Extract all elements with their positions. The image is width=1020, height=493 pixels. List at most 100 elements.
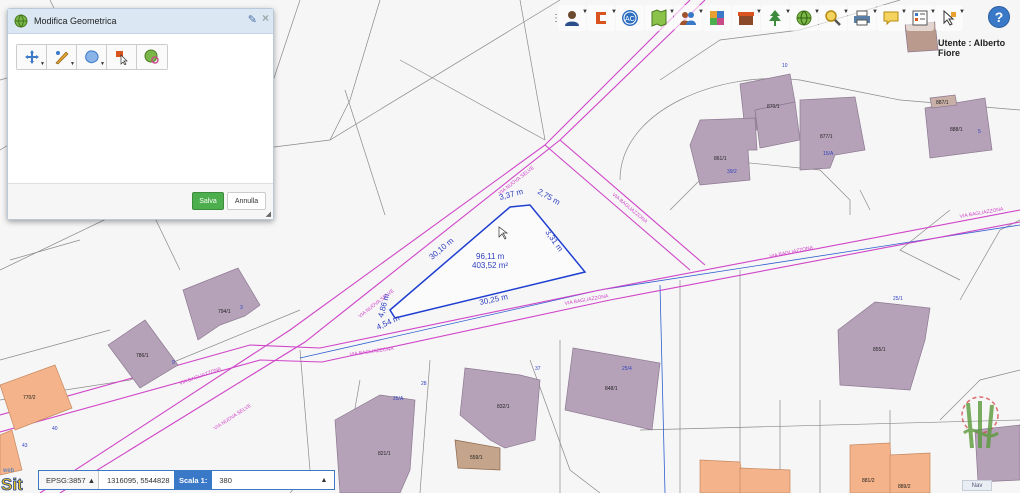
coordinates-readout: 1316095, 5544828 — [107, 475, 170, 485]
main-toolbar: ⋮ ▼ ▼ AC ▼ ▼ ▼ ▼ ▼ ▼ ▼ ▼ ▼ ▼ — [551, 4, 965, 32]
draw-tool-button[interactable]: ▼ — [47, 45, 77, 69]
building-label: 881/2 — [862, 478, 875, 484]
globe-tool-button[interactable] — [137, 45, 167, 69]
print-button[interactable]: ▼ — [848, 5, 878, 31]
building-label: 786/1 — [136, 353, 149, 359]
civic-number: 43 — [22, 443, 28, 449]
select-edit-icon — [115, 51, 128, 65]
civic-number: 3 — [240, 305, 243, 311]
building-label: 770/2 — [23, 395, 36, 401]
globe-search-icon — [144, 49, 159, 64]
building-label: 861/1 — [714, 156, 727, 162]
layers-button[interactable]: ▼ — [587, 5, 617, 31]
grid-button[interactable] — [703, 5, 731, 31]
civic-number: 5 — [978, 129, 981, 135]
move-arrows-icon — [24, 50, 39, 64]
corner-nav-button[interactable]: Nav — [962, 480, 992, 491]
user-icon — [565, 11, 579, 26]
search-icon — [825, 10, 841, 26]
people-button[interactable]: ▼ — [674, 5, 704, 31]
printer-icon — [854, 10, 870, 26]
civic-number: 25/4 — [622, 366, 632, 372]
watermark-logo — [961, 396, 999, 449]
help-button[interactable]: ? — [988, 6, 1010, 28]
building-label: 877/1 — [820, 134, 833, 140]
geometry-tools: ▼ ▼ ▼ — [16, 44, 168, 70]
civic-number: 25/A — [393, 396, 404, 402]
ac-icon: AC — [622, 10, 638, 26]
tree-button[interactable]: ▼ — [761, 5, 791, 31]
app: 870/1 877/1 861/1 888/1 887/1 794/1 786/… — [0, 0, 1020, 493]
people-icon — [680, 12, 696, 25]
caret-icon: ▼ — [959, 9, 965, 15]
polygon-icon — [84, 50, 99, 64]
scale-label: Scala 1: — [174, 471, 213, 489]
globe-icon — [14, 14, 28, 28]
status-bar: EPSG:3857 ▲ 1316095, 5544828 Scala 1: 38… — [38, 470, 335, 490]
building-label: 855/1 — [873, 347, 886, 353]
globe-icon — [796, 10, 812, 26]
move-tool-button[interactable]: ▼ — [17, 45, 47, 69]
note-icon — [883, 11, 899, 26]
edit-select-button[interactable]: ▼ — [935, 5, 965, 31]
caret-icon: ▼ — [40, 61, 45, 67]
building-label: 870/1 — [767, 104, 780, 110]
scale-input[interactable]: 380 — [212, 471, 314, 489]
panel-header[interactable]: Modifica Geometrica ✎ × — [8, 9, 273, 34]
resize-handle-icon[interactable]: ◢ — [266, 210, 271, 218]
map-icon — [651, 9, 667, 27]
civic-number: 10 — [782, 63, 788, 69]
grid-icon — [710, 11, 724, 25]
measure-area: 403,52 m² — [472, 261, 508, 270]
caret-icon: ▼ — [70, 61, 75, 67]
building-label: 559/1 — [470, 455, 483, 461]
cancel-button[interactable]: Annulla — [227, 192, 266, 210]
building-label: 832/1 — [497, 404, 510, 410]
caret-icon: ▼ — [100, 61, 105, 67]
panel-footer: Salva Annulla ◢ — [8, 183, 273, 219]
legend-icon — [912, 10, 928, 26]
toolbar-grip-icon: ⋮ — [551, 12, 561, 24]
search-button[interactable]: ▼ — [819, 5, 849, 31]
pin-icon[interactable]: ✎ — [248, 13, 257, 26]
globe-button[interactable]: ▼ — [790, 5, 820, 31]
svg-text:AC: AC — [625, 16, 635, 23]
building-label: 888/1 — [950, 127, 963, 133]
pointer-edit-icon — [943, 9, 956, 26]
projection-value: EPSG:3857 — [46, 475, 86, 485]
measure-perimeter: 96,11 m — [476, 252, 505, 261]
caret-up-icon[interactable]: ▲ — [314, 477, 334, 484]
store-button[interactable]: ▼ — [732, 5, 762, 31]
shape-tool-button[interactable]: ▼ — [77, 45, 107, 69]
building-label: 889/2 — [898, 484, 911, 490]
civic-number: 40 — [52, 426, 58, 432]
map-tools-button[interactable]: ▼ — [645, 5, 675, 31]
panel-title: Modifica Geometrica — [34, 16, 117, 26]
close-icon[interactable]: × — [262, 11, 269, 25]
edit-geometry-panel: Modifica Geometrica ✎ × ▼ ▼ ▼ Salva Annu… — [7, 8, 274, 220]
building-label: 821/1 — [378, 451, 391, 457]
websit-logo: web Sit — [1, 468, 24, 493]
civic-number: 39/2 — [727, 169, 737, 175]
user-tools-button[interactable]: ▼ — [558, 5, 588, 31]
save-button[interactable]: Salva — [192, 192, 224, 210]
civic-number: 25/1 — [893, 296, 903, 302]
leaf-icon — [769, 10, 781, 26]
civic-number: 37 — [535, 366, 541, 372]
note-button[interactable]: ▼ — [877, 5, 907, 31]
civic-number: 28 — [421, 381, 427, 387]
logo-small-text: web — [2, 468, 15, 474]
civic-number: 15/A — [823, 151, 834, 157]
legend-button[interactable]: ▼ — [906, 5, 936, 31]
building-label: 848/1 — [605, 386, 618, 392]
select-tool-button[interactable] — [107, 45, 137, 69]
ac-button[interactable]: AC — [616, 5, 644, 31]
building-label: 887/1 — [936, 100, 949, 106]
building-label: 794/1 — [218, 309, 231, 315]
logo-text: Sit — [1, 475, 23, 493]
projection-select[interactable]: EPSG:3857 ▲ — [39, 471, 99, 489]
bracket-icon — [596, 12, 606, 24]
user-label: Utente : Alberto Fiore — [938, 38, 1006, 58]
store-icon — [738, 12, 754, 25]
civic-number: 9 — [172, 360, 175, 366]
